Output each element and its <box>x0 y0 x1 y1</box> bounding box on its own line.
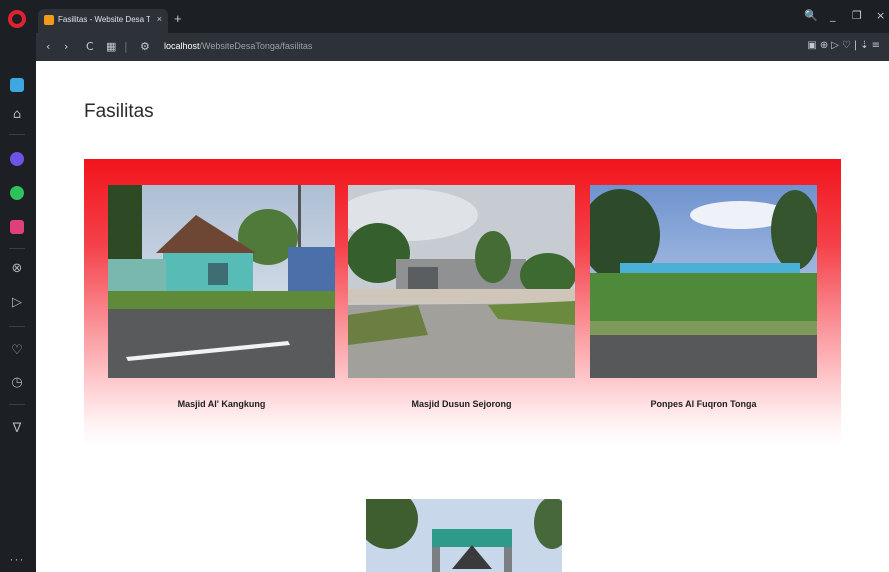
url-path: /WebsiteDesaTonga/fasilitas <box>199 41 313 51</box>
tab-title: Fasilitas - Website Desa To... <box>58 15 150 24</box>
maximize-button[interactable]: ❐ <box>852 9 862 22</box>
flow-icon[interactable]: ∇ <box>8 422 26 436</box>
speed-dial-icon[interactable] <box>10 78 24 92</box>
sidebar-divider <box>9 134 25 135</box>
sidebar-divider <box>9 404 25 405</box>
page-title: Fasilitas <box>84 101 154 122</box>
sidebar-divider <box>9 248 25 249</box>
more-icon[interactable]: ··· <box>8 552 26 566</box>
tabs-grid-icon[interactable]: ▦ <box>106 40 116 53</box>
facility-photo-masjid-sejorong[interactable] <box>348 185 575 378</box>
sidebar-divider <box>9 326 25 327</box>
whatsapp-icon[interactable] <box>10 186 24 200</box>
new-tab-button[interactable]: + <box>174 12 182 25</box>
address-field[interactable]: localhost/WebsiteDesaTonga/fasilitas <box>164 41 312 51</box>
tab-fasilitas[interactable]: Fasilitas - Website Desa To... × <box>38 9 168 33</box>
url-host: localhost <box>164 41 200 51</box>
history-icon[interactable]: ◷ <box>8 376 26 390</box>
facility-card[interactable]: Ponpes Al Fuqron Tonga <box>590 185 817 409</box>
back-button[interactable]: ‹ <box>46 40 50 53</box>
gate-photo[interactable] <box>366 499 562 572</box>
home-icon[interactable]: ⌂ <box>8 108 26 122</box>
site-info-icon[interactable]: ⚙ <box>140 40 150 53</box>
reload-button[interactable]: C <box>86 40 94 53</box>
facility-gallery: Masjid Al' Kangkung Masjid Dusun Sejoron… <box>84 159 841 446</box>
tab-strip: Fasilitas - Website Desa To... × + 🔍 _ ❐… <box>36 0 889 33</box>
facility-photo-ponpes-al-fuqron[interactable] <box>590 185 817 378</box>
facility-card[interactable]: Masjid Al' Kangkung <box>108 185 335 409</box>
minimize-button[interactable]: _ <box>830 9 836 22</box>
forward-button[interactable]: › <box>64 40 68 53</box>
address-toolbar: ‹ › C ▦ | ⚙ localhost/WebsiteDesaTonga/f… <box>36 33 889 61</box>
favicon-icon <box>44 15 54 25</box>
heart-icon[interactable]: ♡ <box>8 344 26 358</box>
search-tabs-icon[interactable]: 🔍 <box>804 9 818 22</box>
close-window-button[interactable]: × <box>876 9 885 22</box>
facility-caption: Masjid Al' Kangkung <box>177 399 266 409</box>
browser-window: ⌂ ⊗ ▷ ♡ ◷ ∇ ··· Fasilitas - Website Desa… <box>0 0 889 572</box>
instagram-icon[interactable] <box>10 220 24 234</box>
facility-photo-masjid-kangkung[interactable] <box>108 185 335 378</box>
opera-logo-icon[interactable] <box>8 10 26 28</box>
web-page: Fasilitas Masjid Al' Kangkung Masjid Dus… <box>36 61 889 572</box>
close-tab-icon[interactable]: × <box>157 14 162 24</box>
toolbar-divider: | <box>124 40 128 53</box>
messenger-icon[interactable] <box>10 152 24 166</box>
facility-card[interactable]: Masjid Dusun Sejorong <box>348 185 575 409</box>
facility-caption: Ponpes Al Fuqron Tonga <box>650 399 757 409</box>
opera-sidebar: ⌂ ⊗ ▷ ♡ ◷ ∇ ··· <box>0 0 36 572</box>
facility-caption: Masjid Dusun Sejorong <box>411 399 512 409</box>
toolbar-extension-icons[interactable]: ▣⊕▷♡|⇣≡ <box>807 40 883 51</box>
send-icon[interactable]: ▷ <box>8 296 26 310</box>
vk-icon[interactable]: ⊗ <box>8 262 26 276</box>
